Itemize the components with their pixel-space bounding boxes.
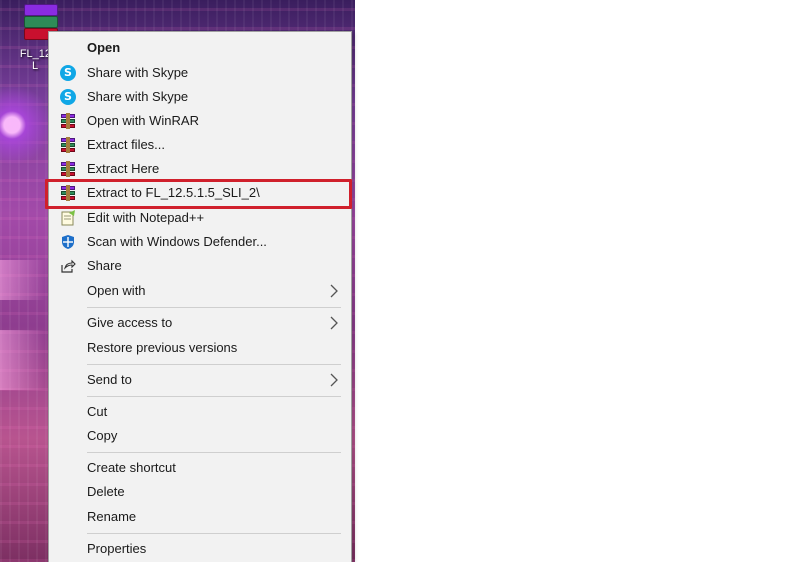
notepad-plus-plus-icon xyxy=(60,210,76,226)
menu-item-label: Share with Skype xyxy=(87,65,189,80)
skype-icon: S xyxy=(60,89,76,105)
menu-item-label: Send to xyxy=(87,372,132,387)
chevron-right-icon xyxy=(329,372,339,391)
menu-item-open-with-winrar[interactable]: Open with WinRAR xyxy=(49,109,351,133)
menu-item-label: Share xyxy=(87,258,122,273)
winrar-icon xyxy=(60,137,76,153)
menu-item-cut[interactable]: Cut xyxy=(49,400,351,424)
menu-item-give-access-to[interactable]: Give access to xyxy=(49,311,351,335)
winrar-icon xyxy=(60,161,76,177)
menu-item-label: Rename xyxy=(87,509,137,524)
menu-item-label: Extract Here xyxy=(87,161,160,176)
context-menu: Open S Share with Skype S Share with Sky… xyxy=(48,31,352,562)
menu-item-label: Open with WinRAR xyxy=(87,113,199,128)
menu-item-edit-with-notepad-plus-plus[interactable]: Edit with Notepad++ xyxy=(49,206,351,230)
menu-item-restore-previous-versions[interactable]: Restore previous versions xyxy=(49,336,351,360)
menu-item-share-with-skype[interactable]: S Share with Skype xyxy=(49,85,351,109)
menu-item-rename[interactable]: Rename xyxy=(49,505,351,529)
menu-item-label: Open xyxy=(87,40,121,55)
menu-item-extract-here[interactable]: Extract Here xyxy=(49,157,351,181)
chevron-right-icon xyxy=(329,283,339,302)
winrar-icon xyxy=(60,113,76,129)
menu-item-copy[interactable]: Copy xyxy=(49,424,351,448)
menu-item-send-to[interactable]: Send to xyxy=(49,368,351,392)
skype-icon: S xyxy=(60,65,76,81)
highlight-box xyxy=(45,179,352,209)
menu-item-label: Delete xyxy=(87,484,125,499)
menu-item-scan-with-windows-defender[interactable]: Scan with Windows Defender... xyxy=(49,230,351,254)
menu-item-properties[interactable]: Properties xyxy=(49,537,351,561)
menu-separator xyxy=(87,452,341,453)
menu-item-label: Create shortcut xyxy=(87,460,176,475)
menu-item-label: Share with Skype xyxy=(87,89,189,104)
menu-item-label: Properties xyxy=(87,541,147,556)
menu-separator xyxy=(87,396,341,397)
menu-item-label: Open with xyxy=(87,283,146,298)
menu-item-label: Restore previous versions xyxy=(87,340,238,355)
menu-item-delete[interactable]: Delete xyxy=(49,480,351,504)
share-icon xyxy=(60,258,76,274)
menu-item-label: Extract files... xyxy=(87,137,166,152)
wallpaper-neon-glow xyxy=(0,260,46,300)
menu-item-label: Copy xyxy=(87,428,118,443)
wallpaper-neon-glow xyxy=(0,330,46,390)
menu-item-share[interactable]: Share xyxy=(49,254,351,278)
menu-separator xyxy=(87,533,341,534)
menu-item-share-with-skype[interactable]: S Share with Skype xyxy=(49,61,351,85)
menu-item-label: Scan with Windows Defender... xyxy=(87,234,267,249)
menu-item-open-with[interactable]: Open with xyxy=(49,279,351,303)
windows-defender-icon xyxy=(60,234,76,250)
menu-item-extract-files[interactable]: Extract files... xyxy=(49,133,351,157)
menu-separator xyxy=(87,364,341,365)
menu-separator xyxy=(87,307,341,308)
chevron-right-icon xyxy=(329,315,339,334)
menu-item-label: Edit with Notepad++ xyxy=(87,210,205,225)
menu-item-label: Give access to xyxy=(87,315,173,330)
menu-item-create-shortcut[interactable]: Create shortcut xyxy=(49,456,351,480)
menu-item-open[interactable]: Open xyxy=(49,36,351,60)
menu-item-label: Cut xyxy=(87,404,108,419)
